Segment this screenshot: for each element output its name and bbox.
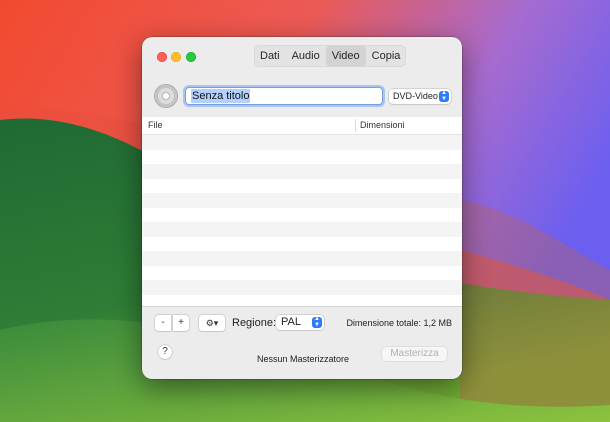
- tab-copia[interactable]: Copia: [366, 45, 407, 67]
- empty-row: [142, 251, 462, 266]
- empty-row: [142, 149, 462, 164]
- chevron-updown-icon: ▲ ▼: [312, 316, 322, 328]
- empty-row: [142, 193, 462, 208]
- empty-row: [142, 135, 462, 150]
- empty-row: [142, 294, 462, 306]
- titlebar: Dati Audio Video Copia: [142, 37, 462, 75]
- format-select-value: DVD-Video: [393, 91, 438, 101]
- empty-row: [142, 222, 462, 237]
- tab-dati[interactable]: Dati: [254, 45, 286, 67]
- help-button[interactable]: ?: [158, 345, 172, 359]
- disc-title-input[interactable]: Senza titolo: [185, 87, 383, 105]
- total-size-label: Dimensione totale: 1,2 MB: [346, 318, 452, 328]
- file-list[interactable]: File Dimensioni: [142, 117, 462, 306]
- zoom-window-button[interactable]: [186, 52, 196, 62]
- column-dimensioni[interactable]: Dimensioni: [360, 120, 405, 130]
- empty-row: [142, 164, 462, 179]
- list-rows: [142, 135, 462, 306]
- empty-row: [142, 265, 462, 280]
- empty-row: [142, 236, 462, 251]
- chevron-updown-icon: ▲ ▼: [439, 90, 449, 102]
- empty-row: [142, 207, 462, 222]
- region-select-value: PAL: [281, 316, 301, 328]
- dvd-burner-window: Dati Audio Video Copia Senza titolo DVD-…: [142, 37, 462, 379]
- burner-status: Nessun Masterizzatore: [257, 354, 350, 364]
- tab-video[interactable]: Video: [325, 45, 366, 67]
- minimize-window-button[interactable]: [171, 52, 181, 62]
- list-header: File Dimensioni: [142, 117, 462, 135]
- format-select[interactable]: DVD-Video ▲ ▼: [389, 89, 451, 104]
- region-label: Regione:: [232, 317, 277, 329]
- remove-file-button[interactable]: -: [155, 315, 171, 331]
- window-footer: ? Nessun Masterizzatore Masterizza: [142, 335, 462, 379]
- add-file-button[interactable]: +: [173, 315, 189, 331]
- gear-icon[interactable]: ⚙▾: [199, 315, 225, 331]
- mode-tabs: Dati Audio Video Copia: [254, 45, 407, 67]
- burn-button[interactable]: Masterizza: [382, 347, 447, 361]
- column-file[interactable]: File: [148, 120, 163, 130]
- column-divider: [355, 119, 356, 132]
- empty-row: [142, 178, 462, 193]
- disc-icon: [155, 85, 177, 107]
- list-toolbar: - + ⚙▾ Regione: PAL ▲ ▼ Dimensione totale…: [142, 306, 462, 336]
- disc-title-value: Senza titolo: [191, 89, 251, 103]
- tab-audio[interactable]: Audio: [286, 45, 326, 67]
- region-select[interactable]: PAL ▲ ▼: [276, 315, 324, 330]
- close-window-button[interactable]: [157, 52, 167, 62]
- empty-row: [142, 280, 462, 295]
